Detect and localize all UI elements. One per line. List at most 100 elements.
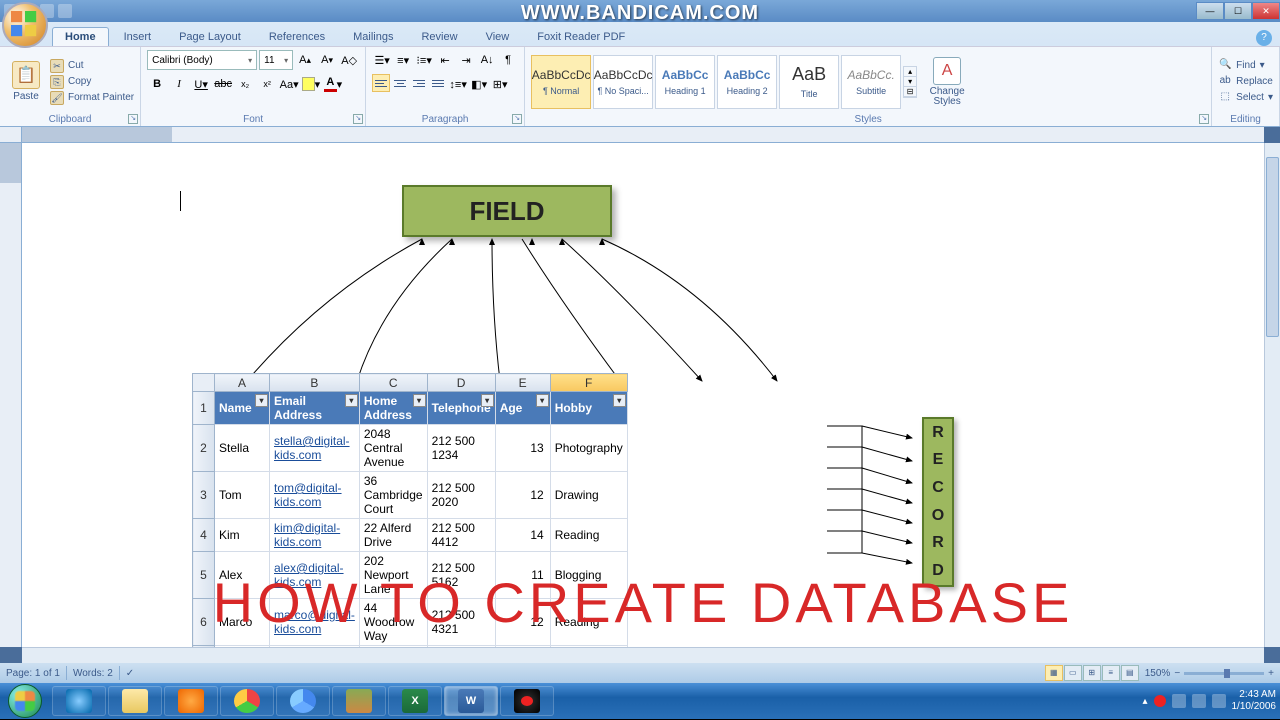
- tab-mailings[interactable]: Mailings: [340, 27, 406, 46]
- page-indicator[interactable]: Page: 1 of 1: [6, 668, 60, 679]
- tab-references[interactable]: References: [256, 27, 338, 46]
- font-name-combobox[interactable]: Calibri (Body)▾: [147, 50, 257, 70]
- style-no-spacing[interactable]: AaBbCcDc¶ No Spaci...: [593, 55, 653, 109]
- strikethrough-button[interactable]: abc: [213, 74, 233, 94]
- taskbar-winrar[interactable]: [332, 686, 386, 716]
- taskbar-excel[interactable]: X: [388, 686, 442, 716]
- numbering-button[interactable]: ≡▾: [393, 50, 413, 70]
- styles-more[interactable]: ▴▾⊟: [903, 66, 917, 98]
- underline-button[interactable]: U▾: [191, 74, 211, 94]
- taskbar-bandicam[interactable]: [500, 686, 554, 716]
- style-heading1[interactable]: AaBbCcHeading 1: [655, 55, 715, 109]
- tab-page-layout[interactable]: Page Layout: [166, 27, 254, 46]
- decrease-indent-button[interactable]: ⇤: [435, 50, 455, 70]
- font-color-button[interactable]: A▾: [323, 74, 343, 94]
- paste-button[interactable]: 📋 Paste: [6, 50, 46, 113]
- sort-button[interactable]: A↓: [477, 50, 497, 70]
- style-normal[interactable]: AaBbCcDc¶ Normal: [531, 55, 591, 109]
- chevron-down-icon: ▾: [284, 56, 288, 65]
- print-layout-view[interactable]: ▦: [1045, 665, 1063, 681]
- scrollbar-thumb[interactable]: [1266, 157, 1279, 337]
- style-subtitle[interactable]: AaBbCc.Subtitle: [841, 55, 901, 109]
- help-icon[interactable]: ?: [1256, 30, 1272, 46]
- minimize-button[interactable]: —: [1196, 2, 1224, 20]
- network-icon[interactable]: [1192, 694, 1206, 708]
- clipboard-launcher[interactable]: ↘: [128, 114, 138, 124]
- line-spacing-button[interactable]: ↕≡▾: [448, 74, 468, 94]
- cut-button[interactable]: ✂Cut: [50, 59, 134, 73]
- draft-view[interactable]: ▤: [1121, 665, 1139, 681]
- recording-icon[interactable]: [1154, 695, 1166, 707]
- styles-launcher[interactable]: ↘: [1199, 114, 1209, 124]
- font-launcher[interactable]: ↘: [353, 114, 363, 124]
- clock[interactable]: 2:43 AM 1/10/2006: [1232, 689, 1277, 713]
- close-button[interactable]: ✕: [1252, 2, 1280, 20]
- taskbar-chromium[interactable]: [276, 686, 330, 716]
- zoom-in-button[interactable]: +: [1268, 668, 1274, 679]
- start-button[interactable]: [0, 684, 50, 718]
- word-count[interactable]: Words: 2: [73, 668, 113, 679]
- zoom-slider[interactable]: [1184, 672, 1264, 675]
- format-painter-button[interactable]: 🖌Format Painter: [50, 91, 134, 105]
- paragraph-launcher[interactable]: ↘: [512, 114, 522, 124]
- styles-gallery[interactable]: AaBbCcDc¶ Normal AaBbCcDc¶ No Spaci... A…: [531, 50, 917, 113]
- align-center-button[interactable]: [391, 74, 409, 92]
- multilevel-button[interactable]: ⁝≡▾: [414, 50, 434, 70]
- volume-icon[interactable]: [1212, 694, 1226, 708]
- tab-insert[interactable]: Insert: [111, 27, 165, 46]
- subscript-button[interactable]: x₂: [235, 74, 255, 94]
- vertical-ruler[interactable]: [0, 143, 22, 647]
- document-page[interactable]: FIELD RECORD: [22, 143, 1264, 647]
- tab-home[interactable]: Home: [52, 27, 109, 46]
- maximize-button[interactable]: ☐: [1224, 2, 1252, 20]
- web-layout-view[interactable]: ⊞: [1083, 665, 1101, 681]
- horizontal-ruler[interactable]: [22, 127, 1264, 143]
- outline-view[interactable]: ≡: [1102, 665, 1120, 681]
- col-header: C: [359, 374, 427, 392]
- grow-font-button[interactable]: A▴: [295, 50, 315, 70]
- tab-review[interactable]: Review: [408, 27, 470, 46]
- italic-button[interactable]: I: [169, 74, 189, 94]
- qat-dropdown-icon[interactable]: [58, 4, 72, 18]
- shrink-font-button[interactable]: A▾: [317, 50, 337, 70]
- tab-foxit[interactable]: Foxit Reader PDF: [524, 27, 638, 46]
- taskbar-media[interactable]: [164, 686, 218, 716]
- highlight-button[interactable]: ▾: [301, 74, 321, 94]
- field-label-box: FIELD: [402, 185, 612, 237]
- show-marks-button[interactable]: ¶: [498, 50, 518, 70]
- superscript-button[interactable]: x²: [257, 74, 277, 94]
- group-clipboard: 📋 Paste ✂Cut ⎘Copy 🖌Format Painter Clipb…: [0, 47, 141, 126]
- select-button[interactable]: ⬚Select ▾: [1218, 91, 1273, 105]
- replace-button[interactable]: abReplace: [1218, 75, 1273, 89]
- taskbar-ie[interactable]: [52, 686, 106, 716]
- increase-indent-button[interactable]: ⇥: [456, 50, 476, 70]
- proofing-icon[interactable]: ✓: [126, 668, 134, 679]
- taskbar-word[interactable]: W: [444, 686, 498, 716]
- align-right-button[interactable]: [410, 74, 428, 92]
- change-styles-button[interactable]: A Change Styles: [921, 50, 973, 113]
- font-size-combobox[interactable]: 11▾: [259, 50, 293, 70]
- justify-button[interactable]: [429, 74, 447, 92]
- shading-button[interactable]: ◧▾: [469, 74, 489, 94]
- horizontal-scrollbar[interactable]: [22, 647, 1264, 663]
- bold-button[interactable]: B: [147, 74, 167, 94]
- taskbar-chrome[interactable]: [220, 686, 274, 716]
- change-case-button[interactable]: Aa▾: [279, 74, 299, 94]
- zoom-out-button[interactable]: −: [1174, 668, 1180, 679]
- vertical-scrollbar[interactable]: [1264, 143, 1280, 647]
- zoom-level[interactable]: 150%: [1145, 668, 1171, 679]
- action-center-icon[interactable]: [1172, 694, 1186, 708]
- copy-button[interactable]: ⎘Copy: [50, 75, 134, 89]
- taskbar-explorer[interactable]: [108, 686, 162, 716]
- bullets-button[interactable]: ☰▾: [372, 50, 392, 70]
- style-heading2[interactable]: AaBbCcHeading 2: [717, 55, 777, 109]
- style-title[interactable]: AaBTitle: [779, 55, 839, 109]
- full-screen-view[interactable]: ▭: [1064, 665, 1082, 681]
- office-button[interactable]: [2, 2, 48, 48]
- tray-expand-icon[interactable]: ▴: [1142, 696, 1147, 707]
- borders-button[interactable]: ⊞▾: [490, 74, 510, 94]
- clear-formatting-button[interactable]: A◇: [339, 50, 359, 70]
- find-button[interactable]: 🔍Find ▾: [1218, 59, 1273, 73]
- align-left-button[interactable]: [372, 74, 390, 92]
- tab-view[interactable]: View: [473, 27, 523, 46]
